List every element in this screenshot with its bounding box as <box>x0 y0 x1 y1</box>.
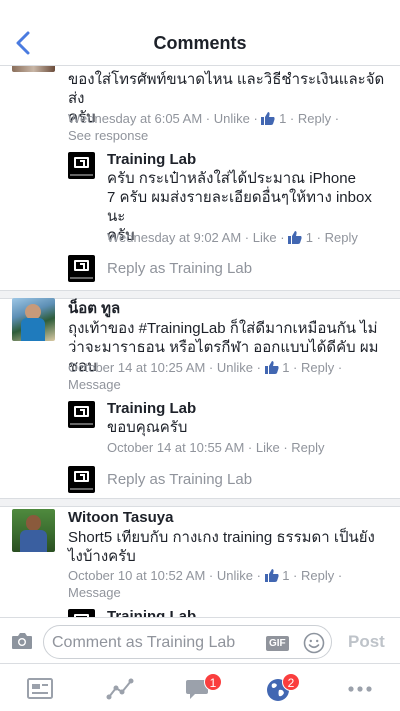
reply-meta: Wednesday at 9:02 AM · Like · 1 · Reply <box>107 230 358 245</box>
like-link[interactable]: Like <box>256 440 280 455</box>
comment-placeholder: Comment as Training Lab <box>52 634 236 651</box>
globe-tab[interactable]: 2 <box>266 673 300 702</box>
like-thumb-icon <box>288 231 302 244</box>
tab-bar: 1 2 <box>0 663 400 711</box>
messages-tab[interactable]: 1 <box>185 673 222 702</box>
comment-time: October 14 at 10:25 AM <box>68 360 206 375</box>
like-thumb-icon <box>264 361 279 374</box>
reply-as-button[interactable]: Reply as Training Lab <box>107 471 252 488</box>
reply-author-name[interactable]: Training Lab <box>107 399 196 418</box>
like-count: 1 <box>282 360 290 375</box>
reply-link[interactable]: Reply <box>301 568 334 583</box>
comment-meta: October 14 at 10:25 AM · Unlike · 1 · Re… <box>68 360 343 375</box>
training-lab-avatar <box>68 255 95 282</box>
commenter-name[interactable]: น็อต ทูล <box>68 299 120 318</box>
insights-graph-icon[interactable] <box>106 676 134 702</box>
post-button[interactable]: Post <box>348 632 385 652</box>
page-title: Comments <box>153 33 247 53</box>
like-thumb-icon <box>264 569 279 582</box>
like-thumb-icon <box>261 112 276 125</box>
reply-link[interactable]: Reply <box>291 440 324 455</box>
comment-time: October 10 at 10:52 AM <box>68 568 206 583</box>
camera-icon[interactable] <box>11 632 33 650</box>
unlike-link[interactable]: Unlike <box>214 111 250 126</box>
reply-link[interactable]: Reply <box>298 111 331 126</box>
emoji-icon[interactable] <box>303 632 325 654</box>
comment-time: Wednesday at 6:05 AM <box>68 111 203 126</box>
commenter-avatar[interactable] <box>12 509 55 552</box>
message-link[interactable]: Message <box>68 376 121 393</box>
like-link[interactable]: Like <box>253 230 277 245</box>
message-link[interactable]: Message <box>68 584 121 601</box>
training-lab-avatar[interactable] <box>68 152 95 179</box>
comments-list[interactable]: ของใส่โทรศัพท์ขนาดไหน และวิธีชำระเงินและ… <box>0 66 400 617</box>
like-count: 1 <box>305 230 314 245</box>
comment-meta: October 10 at 10:52 AM · Unlike · 1 · Re… <box>68 568 343 583</box>
thread-divider <box>0 498 400 507</box>
reply-author-name[interactable]: Training Lab <box>107 150 196 169</box>
training-lab-avatar[interactable] <box>68 401 95 428</box>
reply-meta: October 14 at 10:55 AM · Like · Reply <box>107 440 325 455</box>
commenter-name[interactable]: Witoon Tasuya <box>68 508 173 527</box>
unlike-link[interactable]: Unlike <box>217 360 253 375</box>
news-feed-icon[interactable] <box>26 676 54 702</box>
nav-header: Comments <box>0 0 400 66</box>
reply-time: Wednesday at 9:02 AM <box>107 230 242 245</box>
notification-badge: 1 <box>204 673 222 691</box>
thread-divider <box>0 290 400 299</box>
comment-meta: Wednesday at 6:05 AM · Unlike · 1 · Repl… <box>68 111 340 126</box>
reply-as-button[interactable]: Reply as Training Lab <box>107 260 252 277</box>
more-dots-icon[interactable] <box>346 676 374 702</box>
comment-input[interactable]: Comment as Training Lab GIF <box>43 625 332 659</box>
see-response-link[interactable]: See response <box>68 127 148 144</box>
training-lab-avatar <box>68 466 95 493</box>
reply-time: October 14 at 10:55 AM <box>107 440 245 455</box>
comment-text: Short5 เทียบกับ กางเกง training ธรรมดา เ… <box>68 529 375 565</box>
reply-link[interactable]: Reply <box>325 230 358 245</box>
gif-button[interactable]: GIF <box>266 636 289 651</box>
like-count: 1 <box>279 111 287 126</box>
unlike-link[interactable]: Unlike <box>217 568 253 583</box>
reply-text: ขอบคุณครับ <box>107 419 188 436</box>
like-count: 1 <box>282 568 290 583</box>
reply-author-name[interactable]: Training Lab <box>107 607 196 617</box>
commenter-avatar[interactable] <box>12 298 55 341</box>
commenter-avatar-partial[interactable] <box>12 66 55 72</box>
training-lab-avatar[interactable] <box>68 609 95 617</box>
comment-composer: Comment as Training Lab GIF Post <box>0 617 400 663</box>
notification-badge: 2 <box>282 673 300 691</box>
reply-link[interactable]: Reply <box>301 360 334 375</box>
